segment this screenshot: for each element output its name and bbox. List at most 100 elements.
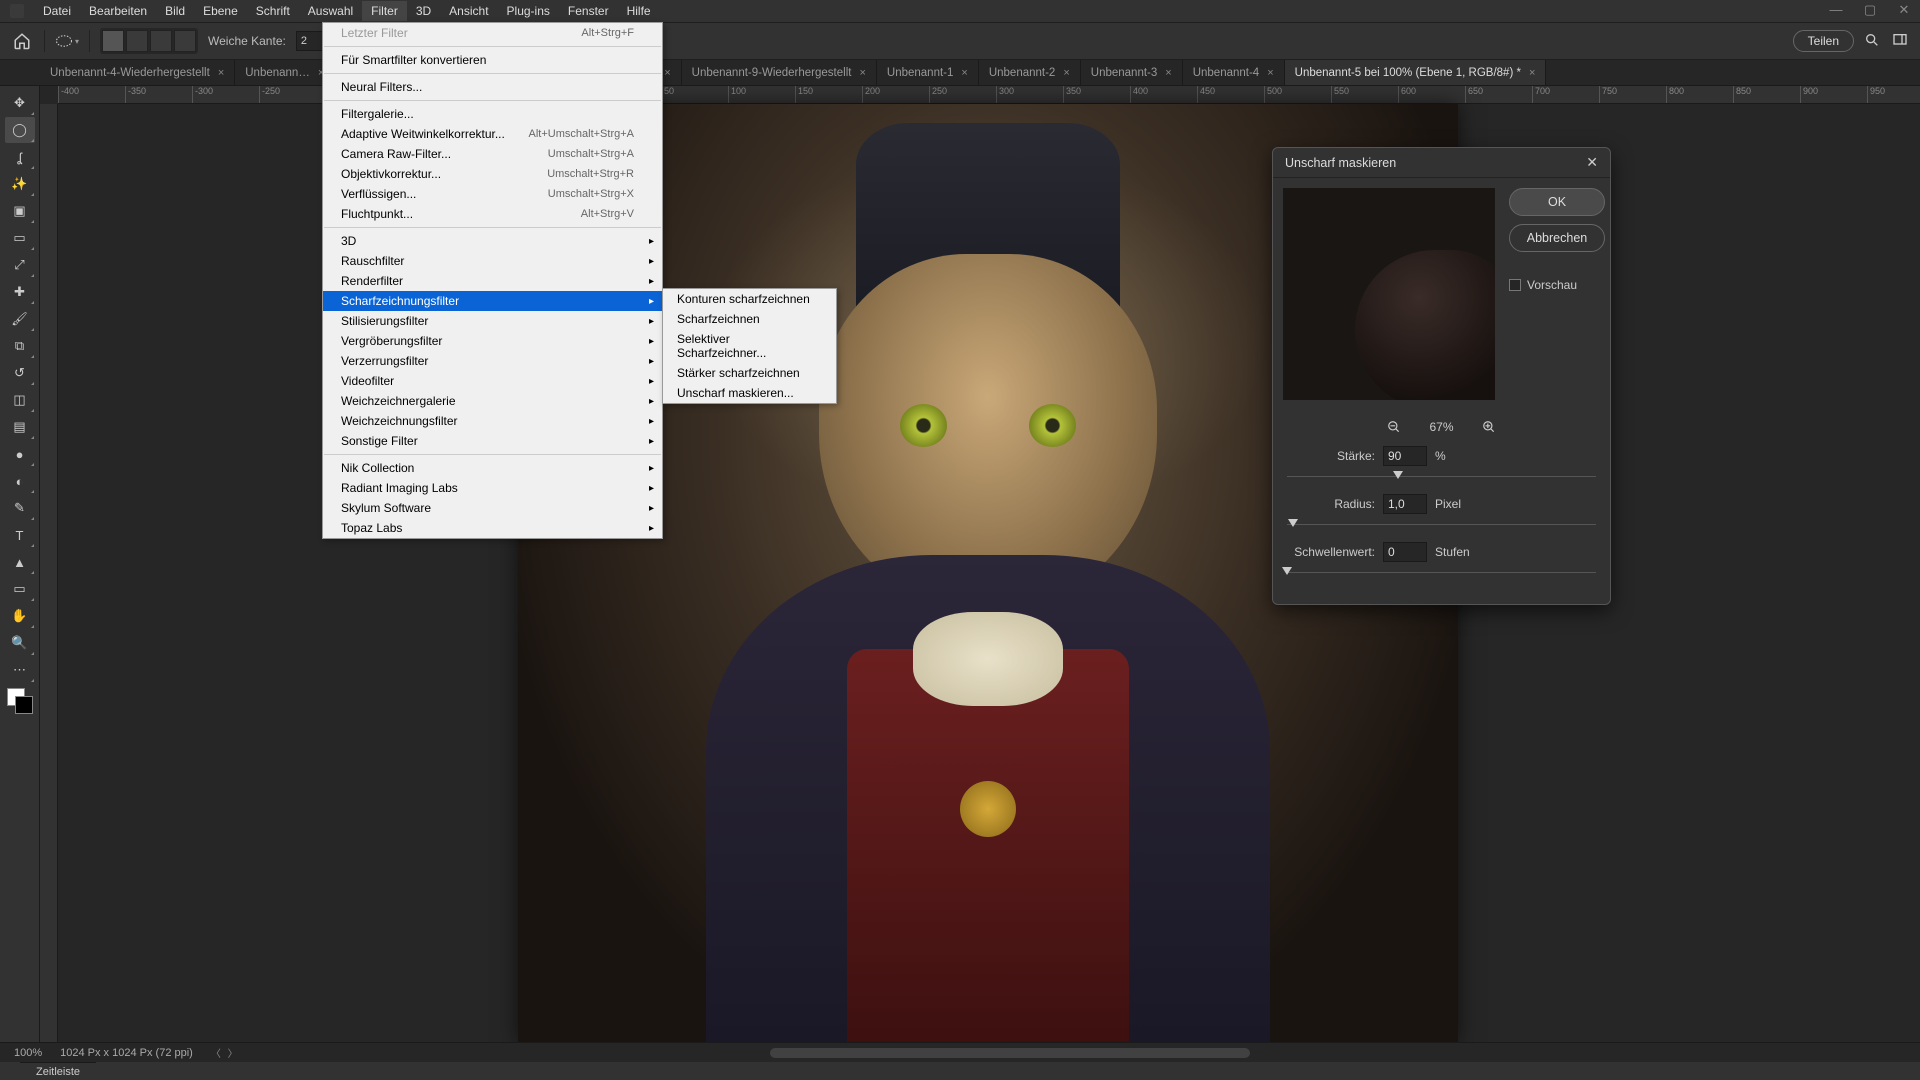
tool-blur[interactable]: ● — [5, 441, 35, 467]
menu-item[interactable]: Adaptive Weitwinkelkorrektur...Alt+Umsch… — [323, 124, 662, 144]
selection-new-icon[interactable] — [102, 30, 124, 52]
menu-item[interactable]: Für Smartfilter konvertieren — [323, 50, 662, 70]
status-zoom[interactable]: 100% — [14, 1047, 42, 1059]
tab-close-icon[interactable]: × — [1267, 67, 1273, 79]
menu-item[interactable]: Weichzeichnungsfilter — [323, 411, 662, 431]
document-tab[interactable]: Unbenannt-4× — [1183, 60, 1285, 85]
menu-bearbeiten[interactable]: Bearbeiten — [80, 1, 156, 21]
tool-frame[interactable]: ▭ — [5, 225, 35, 251]
home-icon[interactable] — [10, 29, 34, 53]
status-nav-icon[interactable]: 〈 〉 — [211, 1045, 240, 1060]
document-tab[interactable]: Unbenannt-3× — [1081, 60, 1183, 85]
strength-input[interactable] — [1383, 446, 1427, 466]
menu-item[interactable]: 3D — [323, 231, 662, 251]
search-icon[interactable] — [1864, 32, 1882, 50]
menu-plug-ins[interactable]: Plug-ins — [498, 1, 559, 21]
menu-auswahl[interactable]: Auswahl — [299, 1, 362, 21]
menu-item[interactable]: Camera Raw-Filter...Umschalt+Strg+A — [323, 144, 662, 164]
workspace-icon[interactable] — [1892, 32, 1910, 50]
submenu-item[interactable]: Scharfzeichnen — [663, 309, 836, 329]
dialog-preview[interactable] — [1283, 188, 1495, 400]
tool-dodge[interactable]: ◐ — [5, 468, 35, 494]
menu-ansicht[interactable]: Ansicht — [440, 1, 497, 21]
menu-datei[interactable]: Datei — [34, 1, 80, 21]
threshold-slider[interactable] — [1287, 566, 1596, 580]
menu-item[interactable]: Videofilter — [323, 371, 662, 391]
background-swatch[interactable] — [15, 696, 33, 714]
submenu-item[interactable]: Stärker scharfzeichnen — [663, 363, 836, 383]
menu-fenster[interactable]: Fenster — [559, 1, 618, 21]
menu-hilfe[interactable]: Hilfe — [618, 1, 660, 21]
menu-item[interactable]: Vergröberungsfilter — [323, 331, 662, 351]
menu-item[interactable]: Renderfilter — [323, 271, 662, 291]
zoom-out-icon[interactable] — [1387, 420, 1401, 434]
preview-checkbox[interactable]: Vorschau — [1509, 278, 1605, 292]
submenu-item[interactable]: Konturen scharfzeichnen — [663, 289, 836, 309]
tool-wand[interactable]: ✨ — [5, 171, 35, 197]
menu-item[interactable]: Weichzeichnergalerie — [323, 391, 662, 411]
menu-item[interactable]: Topaz Labs — [323, 518, 662, 538]
tool-pen[interactable]: ✎ — [5, 495, 35, 521]
submenu-item[interactable]: Unscharf maskieren... — [663, 383, 836, 403]
tool-more[interactable]: ⋯ — [5, 657, 35, 683]
threshold-input[interactable] — [1383, 542, 1427, 562]
menu-item[interactable]: Radiant Imaging Labs — [323, 478, 662, 498]
tool-history-brush[interactable]: ↺ — [5, 360, 35, 386]
tool-gradient[interactable]: ▤ — [5, 414, 35, 440]
menu-item[interactable]: Stilisierungsfilter — [323, 311, 662, 331]
dialog-titlebar[interactable]: Unscharf maskieren ✕ — [1273, 148, 1610, 178]
tool-zoom[interactable]: 🔍 — [5, 630, 35, 656]
share-button[interactable]: Teilen — [1793, 30, 1854, 52]
timeline-tab[interactable]: Zeitleiste — [20, 1062, 96, 1080]
tool-eyedropper[interactable]: ⤢ — [5, 252, 35, 278]
close-window-icon[interactable]: ✕ — [1894, 2, 1914, 18]
radius-input[interactable] — [1383, 494, 1427, 514]
document-tab[interactable]: Unbenann…× — [235, 60, 335, 85]
tool-move[interactable]: ✥ — [5, 90, 35, 116]
tool-eraser[interactable]: ◫ — [5, 387, 35, 413]
document-tab[interactable]: Unbenannt-9-Wiederhergestellt× — [682, 60, 877, 85]
menu-item[interactable]: Rauschfilter — [323, 251, 662, 271]
tool-rectangle[interactable]: ▭ — [5, 576, 35, 602]
menu-item[interactable]: Sonstige Filter — [323, 431, 662, 451]
tab-close-icon[interactable]: × — [1529, 67, 1535, 79]
tab-close-icon[interactable]: × — [1063, 67, 1069, 79]
selection-add-icon[interactable] — [126, 30, 148, 52]
menu-item[interactable]: Scharfzeichnungsfilter — [323, 291, 662, 311]
tool-brush[interactable]: 🖌 — [5, 306, 35, 332]
menu-item[interactable]: Verflüssigen...Umschalt+Strg+X — [323, 184, 662, 204]
tab-close-icon[interactable]: × — [961, 67, 967, 79]
menu-item[interactable]: Filtergalerie... — [323, 104, 662, 124]
menu-ebene[interactable]: Ebene — [194, 1, 247, 21]
strength-slider[interactable] — [1287, 470, 1596, 484]
submenu-item[interactable]: Selektiver Scharfzeichner... — [663, 329, 836, 363]
menu-item[interactable]: Objektivkorrektur...Umschalt+Strg+R — [323, 164, 662, 184]
tool-hand[interactable]: ✋ — [5, 603, 35, 629]
menu-schrift[interactable]: Schrift — [247, 1, 299, 21]
tool-lasso[interactable]: ʆ — [5, 144, 35, 170]
menu-3d[interactable]: 3D — [407, 1, 440, 21]
document-tab[interactable]: Unbenannt-4-Wiederhergestellt× — [40, 60, 235, 85]
maximize-icon[interactable]: ▢ — [1860, 2, 1880, 18]
menu-item[interactable]: Nik Collection — [323, 458, 662, 478]
tab-close-icon[interactable]: × — [218, 67, 224, 79]
minimize-icon[interactable]: — — [1826, 2, 1846, 18]
zoom-in-icon[interactable] — [1482, 420, 1496, 434]
menu-item[interactable]: Verzerrungsfilter — [323, 351, 662, 371]
close-icon[interactable]: ✕ — [1586, 154, 1598, 171]
tool-stamp[interactable]: ⧉ — [5, 333, 35, 359]
selection-intersect-icon[interactable] — [174, 30, 196, 52]
document-tab[interactable]: Unbenannt-1× — [877, 60, 979, 85]
tool-heal[interactable]: ✚ — [5, 279, 35, 305]
tool-marquee-ellipse[interactable]: ◯ — [5, 117, 35, 143]
menu-bild[interactable]: Bild — [156, 1, 194, 21]
document-tab[interactable]: Unbenannt-5 bei 100% (Ebene 1, RGB/8#) *… — [1285, 60, 1547, 85]
menu-item[interactable]: Fluchtpunkt...Alt+Strg+V — [323, 204, 662, 224]
horizontal-scrollbar[interactable] — [770, 1048, 1250, 1058]
tab-close-icon[interactable]: × — [859, 67, 865, 79]
tool-path-select[interactable]: ▲ — [5, 549, 35, 575]
menu-item[interactable]: Skylum Software — [323, 498, 662, 518]
tab-close-icon[interactable]: × — [1165, 67, 1171, 79]
menu-item[interactable]: Neural Filters... — [323, 77, 662, 97]
marquee-ellipse-icon[interactable]: ▾ — [55, 29, 79, 53]
